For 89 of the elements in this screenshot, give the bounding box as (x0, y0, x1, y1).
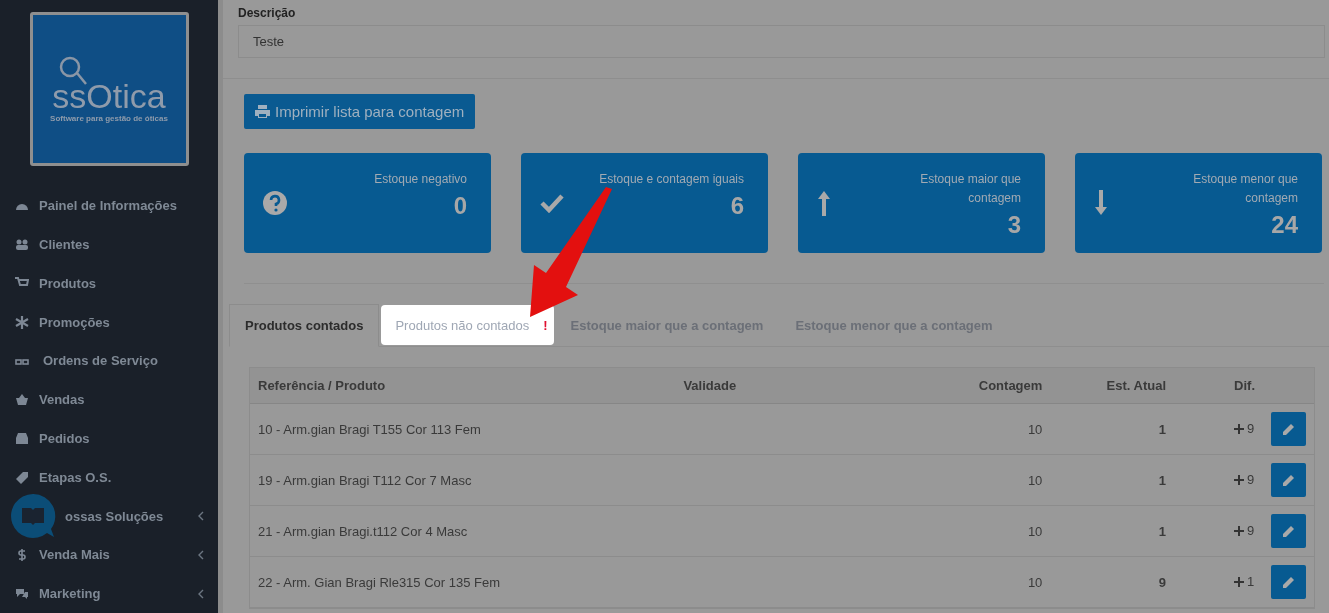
menu-label: Venda Mais (39, 547, 111, 563)
table-cell: 10 - Arm.gian Bragi T155 Cor 113 Fem (250, 403, 676, 455)
menu-label: ossas Soluções (65, 508, 165, 524)
plus-icon (1234, 474, 1245, 485)
table-cell: 9 (1247, 421, 1255, 437)
check-icon (540, 193, 564, 213)
menu-label: Marketing (39, 586, 102, 602)
column-header: Validade (675, 368, 887, 404)
menu-item[interactable]: Promoções (0, 302, 218, 342)
menu-label: Etapas O.S. (39, 469, 113, 485)
arrow-up-icon (817, 190, 831, 216)
menu-item[interactable]: Marketing (0, 574, 218, 613)
menu-item[interactable]: Venda Mais (0, 535, 218, 575)
edit-button[interactable] (1271, 514, 1306, 548)
chevron-icon (198, 511, 204, 521)
menu-item[interactable]: Etapas O.S. (0, 457, 218, 497)
logo-name: ssOtica (52, 77, 166, 114)
pencil-icon (1282, 524, 1295, 538)
table-cell: 10 (886, 454, 1051, 506)
card-value: 6 (730, 192, 744, 220)
menu-label: Promoções (39, 314, 111, 330)
menu-icon (15, 587, 29, 601)
column-header: Est. Atual (1050, 368, 1175, 404)
field-label: Descrição (238, 6, 297, 20)
menu-label: Pedidos (39, 430, 91, 446)
pencil-icon (1282, 473, 1295, 487)
plus-icon (1234, 525, 1245, 536)
menu-item[interactable]: Vendas (0, 380, 218, 419)
pencil-icon (1282, 575, 1295, 589)
menu-item[interactable]: Clientes (0, 225, 218, 264)
tab-label: Produtos contados (245, 318, 364, 333)
menu-icon (15, 315, 29, 329)
table-cell: 1 (1247, 574, 1255, 590)
print-button[interactable]: Imprimir lista para contagem (244, 94, 476, 129)
menu-label: Clientes (39, 236, 91, 252)
question-icon (263, 191, 287, 215)
card-value: 24 (1271, 211, 1298, 239)
menu-item[interactable]: Produtos (0, 263, 218, 303)
table-cell: 1 (1050, 454, 1175, 506)
tab-label: Produtos não contados (395, 317, 530, 333)
card-value: 0 (453, 192, 467, 220)
column-header: Contagem (886, 368, 1051, 404)
menu-label: Vendas (39, 392, 86, 408)
card-label: Estoque menor que contagem (1192, 171, 1298, 207)
menu-item[interactable]: Ordens de Serviço (0, 341, 218, 381)
menu-label: Produtos (39, 275, 98, 291)
column-header: Referência / Produto (250, 368, 676, 404)
menu-item[interactable]: Painel de Informações (0, 186, 218, 226)
printer-icon (255, 105, 270, 118)
menu-icon (15, 393, 29, 407)
table-cell: 21 - Arm.gian Bragi.t112 Cor 4 Masc (250, 505, 676, 557)
pencil-icon (1282, 422, 1295, 436)
chevron-icon (198, 588, 204, 599)
menu-icon (15, 548, 29, 562)
plus-icon (1234, 576, 1245, 587)
edit-button[interactable] (1271, 463, 1306, 497)
description-field[interactable]: Teste (238, 25, 1325, 58)
menu-icon (15, 431, 29, 445)
menu-item[interactable]: ossas Soluções (0, 496, 218, 536)
tab[interactable]: Produtos não contados ! (381, 305, 554, 345)
table-cell: 9 (1247, 523, 1255, 539)
alert-mark: ! (543, 317, 548, 333)
table-cell: 1 (1050, 505, 1175, 557)
logo-tagline: Software para gestão de óticas (50, 113, 168, 123)
table-cell: 19 - Arm.gian Bragi T112 Cor 7 Masc (250, 454, 676, 506)
table-cell: 1 (1050, 403, 1175, 455)
table-cell: 10 (886, 403, 1051, 455)
card-label: Estoque negativo (373, 171, 467, 188)
table-cell: 10 (886, 505, 1051, 557)
book-chat-icon[interactable] (10, 492, 56, 539)
arrow-down-icon (1094, 190, 1108, 216)
card-value: 3 (1007, 211, 1021, 239)
plus-icon (1234, 423, 1245, 434)
edit-button[interactable] (1271, 412, 1306, 446)
table-cell: 10 (886, 556, 1051, 608)
menu-label: Ordens de Serviço (43, 353, 159, 369)
table-cell: 9 (1247, 472, 1255, 488)
menu-label: Painel de Informações (39, 198, 178, 214)
chevron-icon (198, 549, 204, 560)
edit-button[interactable] (1271, 565, 1306, 599)
menu-icon (15, 237, 29, 251)
column-header: Dif. (1174, 368, 1263, 404)
table-cell: 9 (1050, 556, 1175, 608)
card-label: Estoque maior que contagem (919, 171, 1021, 207)
menu-icon (15, 470, 29, 484)
table-cell: 22 - Arm. Gian Bragi Rle315 Cor 135 Fem (250, 556, 676, 608)
menu-item[interactable]: Pedidos (0, 419, 218, 458)
card-label: Estoque e contagem iguais (598, 171, 744, 188)
tab[interactable]: Produtos contados (229, 304, 380, 347)
